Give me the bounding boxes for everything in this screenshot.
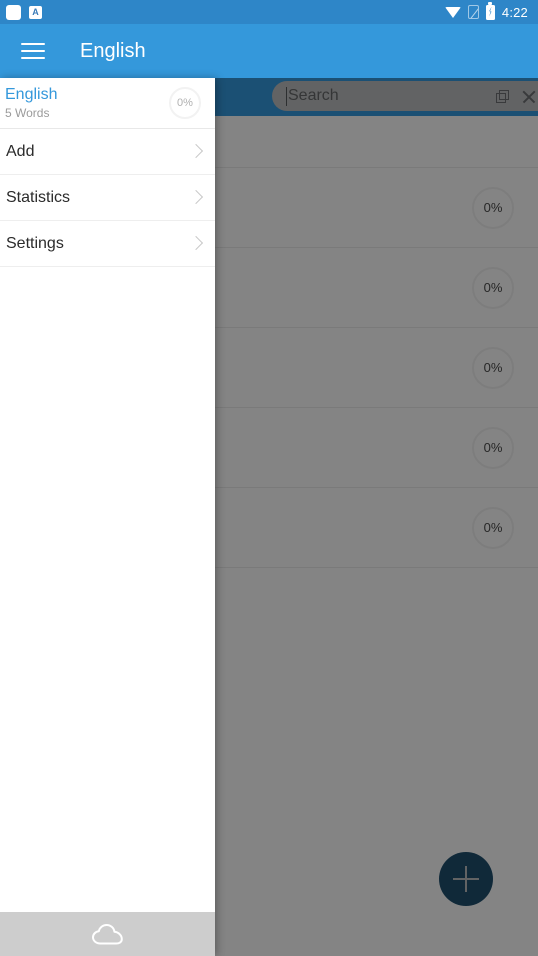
drawer-progress-value: 0% <box>177 97 193 109</box>
drawer-progress-ring: 0% <box>169 87 201 119</box>
status-bar-right: 4:22 <box>444 2 528 20</box>
battery-charging-icon <box>485 2 495 20</box>
chevron-right-icon <box>188 235 204 250</box>
app-toolbar: English <box>0 24 538 78</box>
row-progress-ring: 0% <box>472 426 514 469</box>
notification-chip-icon <box>6 4 21 20</box>
wifi-icon <box>444 6 461 18</box>
row-progress-value: 0% <box>483 360 503 375</box>
row-progress-value: 0% <box>483 280 503 295</box>
status-bar-clock: 4:22 <box>501 4 528 20</box>
no-sim-icon <box>467 5 479 19</box>
search-input[interactable]: Search <box>272 81 538 111</box>
row-progress-ring: 0% <box>472 266 514 309</box>
search-placeholder: Search <box>288 87 339 104</box>
app-badge-icon: A <box>29 5 42 19</box>
row-progress-value: 0% <box>483 440 503 455</box>
drawer-empty-space <box>0 267 215 912</box>
cloud-sync-icon[interactable] <box>91 923 125 945</box>
sidebar-item-label: Settings <box>6 234 64 252</box>
drawer-footer[interactable] <box>0 912 215 956</box>
row-progress-value: 0% <box>483 200 503 215</box>
status-bar-left: A <box>6 4 42 20</box>
drawer-word-count: 5 Words <box>5 105 50 120</box>
add-word-fab[interactable] <box>439 852 493 906</box>
app-screen: Search of words from users ɪdʒəs] <box>0 0 538 956</box>
row-progress-value: 0% <box>483 520 503 535</box>
drawer-language-label: English <box>5 85 58 103</box>
hamburger-menu-icon[interactable] <box>11 29 55 73</box>
chevron-right-icon <box>188 143 204 158</box>
row-progress-ring: 0% <box>472 506 514 549</box>
drawer-item-current-language[interactable]: English 5 Words 0% <box>0 78 215 129</box>
close-icon[interactable] <box>521 89 536 104</box>
sidebar-item-add[interactable]: Add <box>0 129 215 175</box>
row-progress-ring: 0% <box>472 346 514 389</box>
sidebar-item-label: Add <box>6 142 35 160</box>
add-icon <box>453 866 479 892</box>
drawer-header-texts: English 5 Words <box>5 85 57 122</box>
sidebar-item-settings[interactable]: Settings <box>0 221 215 267</box>
chevron-right-icon <box>188 189 204 204</box>
status-bar: A 4:22 <box>0 0 538 24</box>
sidebar-item-statistics[interactable]: Statistics <box>0 175 215 221</box>
page-title: English <box>80 39 146 62</box>
search-action-icons <box>496 89 536 104</box>
copy-icon[interactable] <box>496 89 509 103</box>
navigation-drawer: English 5 Words 0% Add Statistics Settin… <box>0 78 215 956</box>
text-caret <box>286 86 287 106</box>
row-progress-ring: 0% <box>472 186 514 229</box>
sidebar-item-label: Statistics <box>6 188 71 206</box>
